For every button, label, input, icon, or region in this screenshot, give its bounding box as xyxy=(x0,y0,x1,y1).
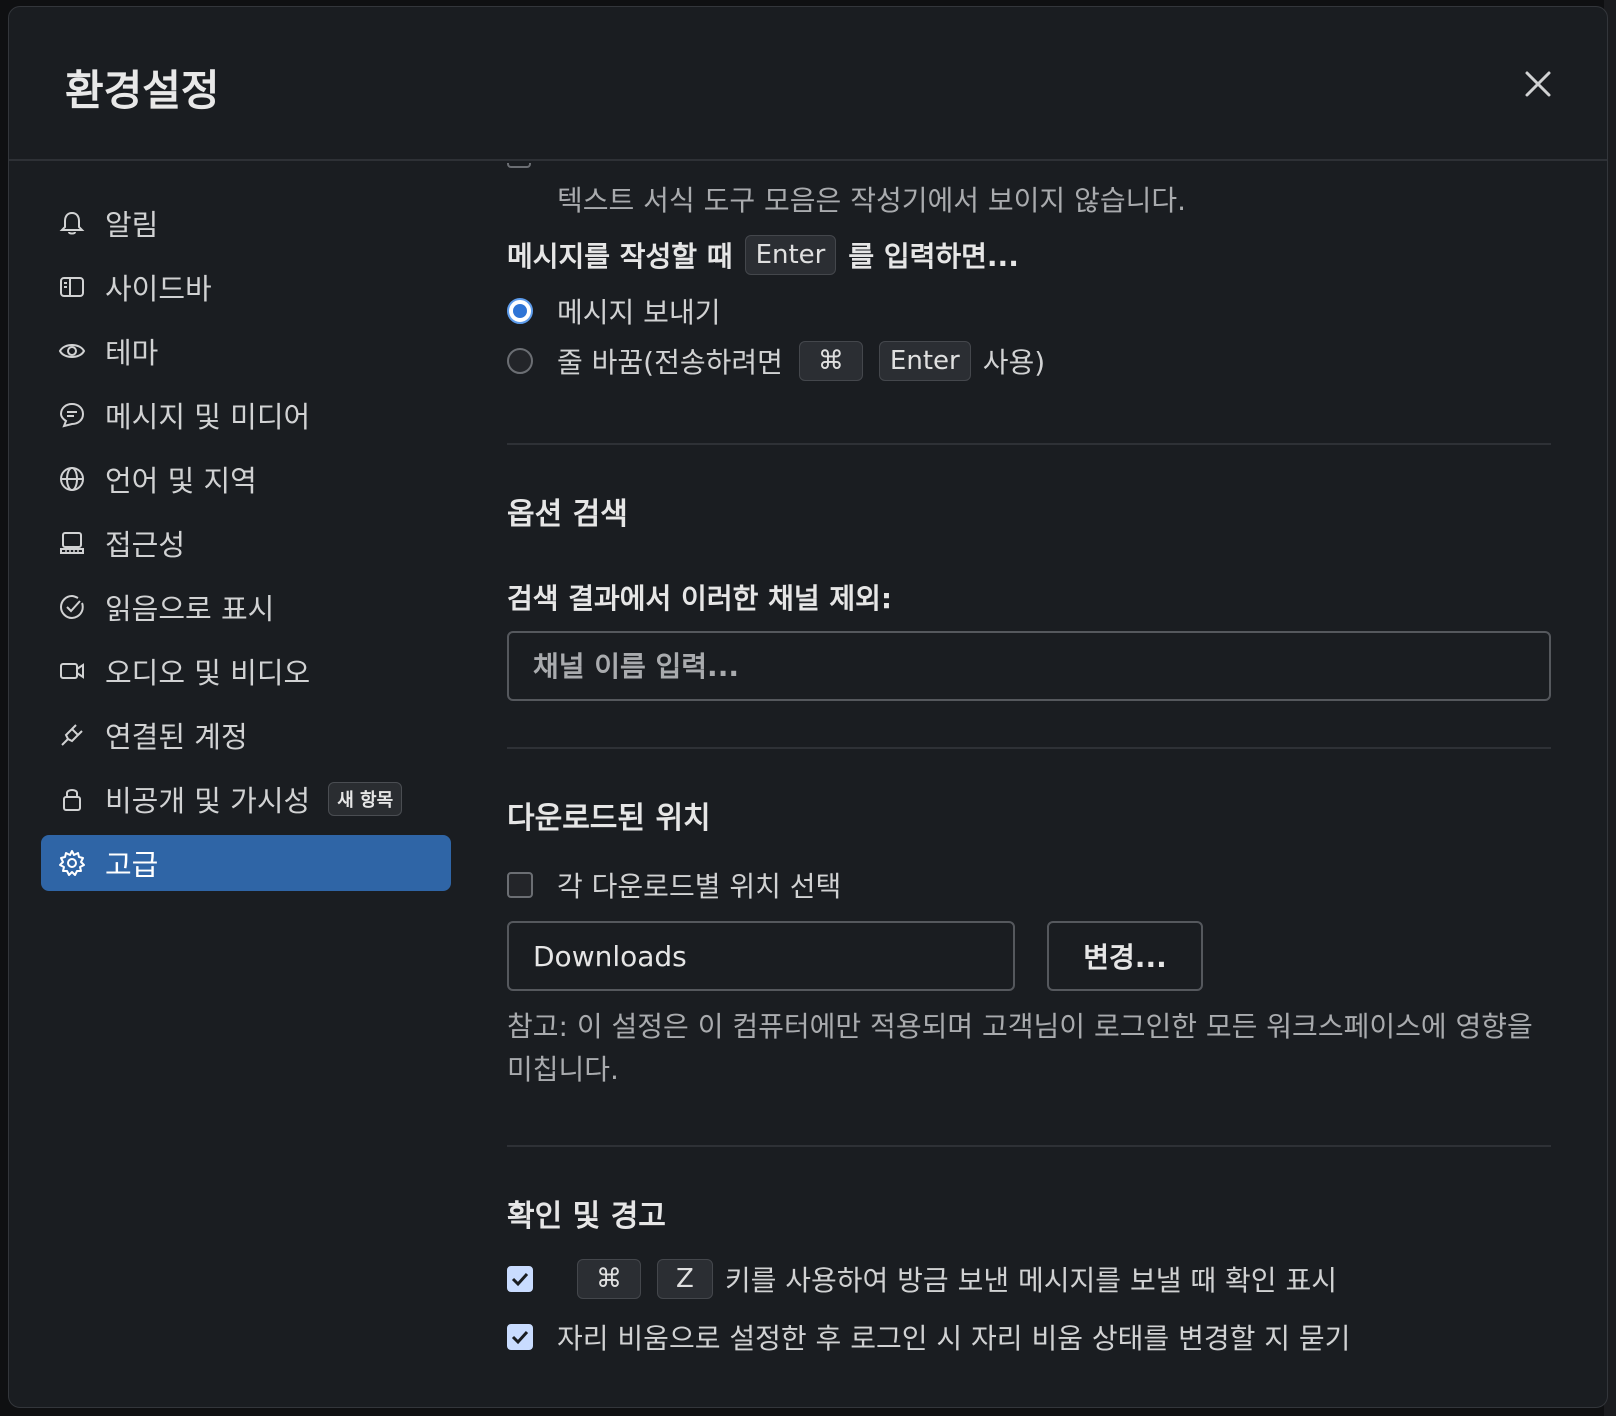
sidebar-item-connected-accounts[interactable]: 연결된 계정 xyxy=(41,707,451,763)
sidebar-item-label: 오디오 및 비디오 xyxy=(105,656,311,690)
new-badge: 새 항목 xyxy=(328,782,403,816)
ask-download-location-label: 각 다운로드별 위치 선택 xyxy=(557,870,842,903)
lock-icon xyxy=(57,784,87,814)
plug-icon xyxy=(57,720,87,750)
sidebar-item-label: 메시지 및 미디어 xyxy=(105,400,311,434)
close-button[interactable] xyxy=(1513,59,1563,109)
confirm-section-title: 확인 및 경고 xyxy=(507,1199,666,1234)
divider xyxy=(507,443,1551,445)
preferences-sidebar: 알림 사이드바 테마 메시지 및 미디어 언어 및 지역 접근성 읽음으로 표시… xyxy=(41,195,451,899)
sidebar-item-privacy-visibility[interactable]: 비공개 및 가시성 새 항목 xyxy=(41,771,451,827)
sidebar-item-label: 테마 xyxy=(105,336,159,370)
toolbar-checkbox[interactable] xyxy=(507,163,531,168)
sidebar-item-label: 언어 및 지역 xyxy=(105,464,257,498)
cmd-key-2: ⌘ xyxy=(577,1259,641,1299)
divider xyxy=(507,747,1551,749)
sidebar-item-audio-video[interactable]: 오디오 및 비디오 xyxy=(41,643,451,699)
message-icon xyxy=(57,400,87,430)
ask-download-location-checkbox[interactable] xyxy=(507,872,533,898)
away-status-row[interactable]: 자리 비움으로 설정한 후 로그인 시 자리 비움 상태를 변경할 지 묻기 xyxy=(507,1317,1350,1357)
sidebar-item-label: 알림 xyxy=(105,208,159,242)
modal-title: 환경설정 xyxy=(65,66,220,115)
new-line-radio[interactable] xyxy=(507,348,533,374)
sidebar-item-label: 접근성 xyxy=(105,528,186,562)
away-status-label: 자리 비움으로 설정한 후 로그인 시 자리 비움 상태를 변경할 지 묻기 xyxy=(557,1322,1351,1355)
enter-heading-after: 를 입력하면... xyxy=(848,240,1019,273)
bell-icon xyxy=(57,208,87,238)
change-location-button[interactable]: 변경... xyxy=(1047,921,1203,991)
sidebar-item-theme[interactable]: 테마 xyxy=(41,323,451,379)
sidebar-icon xyxy=(57,272,87,302)
sidebar-item-messages-media[interactable]: 메시지 및 미디어 xyxy=(41,387,451,443)
preferences-modal: 환경설정 알림 사이드바 테마 메시지 및 미디어 언어 및 지역 접근성 읽음… xyxy=(8,6,1608,1408)
enter-key: Enter xyxy=(744,235,837,275)
undo-confirm-checkbox[interactable] xyxy=(507,1266,533,1292)
exclude-channels-input[interactable] xyxy=(507,631,1551,701)
sidebar-item-notifications[interactable]: 알림 xyxy=(41,195,451,251)
exclude-channels-label: 검색 결과에서 이러한 채널 제외: xyxy=(507,582,893,615)
download-section-title: 다운로드된 위치 xyxy=(507,801,711,836)
eye-icon xyxy=(57,336,87,366)
globe-icon xyxy=(57,464,87,494)
checkmark-icon xyxy=(511,1330,529,1345)
new-line-option[interactable]: 줄 바꿈(전송하려면 ⌘ Enter 사용) xyxy=(507,341,1045,381)
cmd-key: ⌘ xyxy=(798,341,863,381)
new-line-label-after: 사용) xyxy=(982,346,1046,379)
new-line-label-before: 줄 바꿈(전송하려면 xyxy=(557,346,783,379)
sidebar-item-label: 비공개 및 가시성 xyxy=(105,784,311,818)
sidebar-item-label: 읽음으로 표시 xyxy=(105,592,275,626)
divider xyxy=(507,1145,1551,1147)
enter-key-heading: 메시지를 작성할 때 Enter 를 입력하면... xyxy=(507,235,1019,275)
download-note: 참고: 이 설정은 이 컴퓨터에만 적용되며 고객님이 로그인한 모든 워크스페… xyxy=(507,1010,1533,1086)
gear-icon xyxy=(57,848,87,878)
send-message-label: 메시지 보내기 xyxy=(557,296,721,329)
undo-confirm-label: 키를 사용하여 방금 보낸 메시지를 보낼 때 확인 표시 xyxy=(724,1264,1337,1297)
send-message-option[interactable]: 메시지 보내기 xyxy=(507,291,720,331)
settings-content: 텍스트 서식 도구 모음은 작성기에서 보이지 않습니다. 메시지를 작성할 때… xyxy=(507,163,1551,1407)
modal-header: 환경설정 xyxy=(9,7,1607,161)
sidebar-item-label: 고급 xyxy=(105,848,159,882)
sidebar-item-label: 연결된 계정 xyxy=(105,720,248,754)
sidebar-item-language-region[interactable]: 언어 및 지역 xyxy=(41,451,451,507)
video-icon xyxy=(57,656,87,686)
sidebar-item-label: 사이드바 xyxy=(105,272,212,306)
away-status-checkbox[interactable] xyxy=(507,1324,533,1350)
send-message-radio[interactable] xyxy=(507,298,533,324)
enter-heading-before: 메시지를 작성할 때 xyxy=(507,240,733,273)
sidebar-item-mark-as-read[interactable]: 읽음으로 표시 xyxy=(41,579,451,635)
enter-key-2: Enter xyxy=(878,341,971,381)
keyboard-icon xyxy=(57,528,87,558)
z-key: Z xyxy=(657,1259,713,1299)
download-path-field: Downloads xyxy=(507,921,1015,991)
check-circle-icon xyxy=(57,592,87,622)
sidebar-item-sidebar[interactable]: 사이드바 xyxy=(41,259,451,315)
toolbar-note: 텍스트 서식 도구 모음은 작성기에서 보이지 않습니다. xyxy=(557,184,1187,217)
checkmark-icon xyxy=(511,1272,529,1287)
undo-confirm-row[interactable]: ⌘ Z 키를 사용하여 방금 보낸 메시지를 보낼 때 확인 표시 xyxy=(507,1259,1337,1299)
sidebar-item-accessibility[interactable]: 접근성 xyxy=(41,515,451,571)
toolbar-checkbox-row xyxy=(507,163,531,171)
search-section-title: 옵션 검색 xyxy=(507,497,628,532)
close-icon xyxy=(1525,71,1551,97)
ask-download-location-row[interactable]: 각 다운로드별 위치 선택 xyxy=(507,865,841,905)
sidebar-item-advanced[interactable]: 고급 xyxy=(41,835,451,891)
